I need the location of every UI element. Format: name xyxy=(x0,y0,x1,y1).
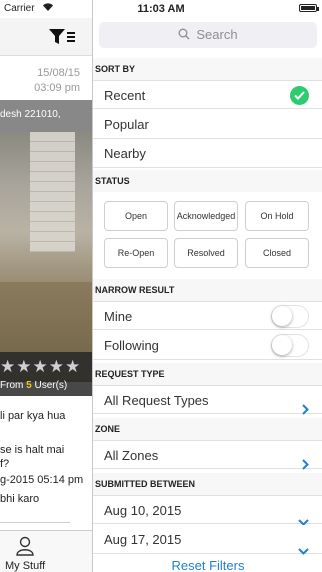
search-input[interactable]: Search xyxy=(99,22,317,48)
following-toggle[interactable] xyxy=(271,334,309,357)
search-placeholder: Search xyxy=(196,27,238,42)
narrow-following-label: Following xyxy=(104,338,159,353)
post-photo[interactable] xyxy=(0,132,92,382)
rating-from-text: From 5 User(s) xyxy=(0,380,67,391)
section-submitted-between: SUBMITTED BETWEEN xyxy=(93,473,322,495)
tab-my-stuff[interactable]: My Stuff xyxy=(5,560,45,572)
date-to-value: Aug 17, 2015 xyxy=(104,532,182,547)
section-sort-by: SORT BY xyxy=(93,58,322,80)
rating-bar: ★★★★★ From 5 User(s) xyxy=(0,352,92,396)
sort-option-label: Recent xyxy=(104,88,146,103)
post-date: 15/08/15 xyxy=(37,67,80,79)
section-request-type: REQUEST TYPE xyxy=(93,363,322,385)
background-feed-screen: 15/08/15 03:09 pm desh 221010, ★★★★★ Fro… xyxy=(0,0,92,572)
sort-option-popular[interactable]: Popular xyxy=(93,110,322,139)
clock: 11:03 AM xyxy=(137,3,185,15)
filter-panel: Search SORT BY Recent Popular Nearby STA… xyxy=(92,0,322,572)
person-icon[interactable] xyxy=(15,536,35,561)
status-on-hold-button[interactable]: On Hold xyxy=(245,201,309,231)
divider xyxy=(0,522,70,523)
status-reopen-button[interactable]: Re-Open xyxy=(104,238,168,268)
narrow-mine-row: Mine xyxy=(93,301,322,330)
section-narrow-result: NARROW RESULT xyxy=(93,279,322,301)
status-resolved-button[interactable]: Resolved xyxy=(174,238,238,268)
rating-count: 5 xyxy=(26,380,32,391)
filter-icon[interactable] xyxy=(48,28,76,51)
status-bar: Carrier 11:03 AM xyxy=(0,0,322,18)
date-from-selector[interactable]: Aug 10, 2015 xyxy=(93,495,322,526)
section-zone: ZONE xyxy=(93,418,322,440)
post-time: 03:09 pm xyxy=(34,82,80,94)
status-open-button[interactable]: Open xyxy=(104,201,168,231)
comment-line: bhi karo xyxy=(0,493,40,505)
zone-value: All Zones xyxy=(104,448,159,463)
section-status: STATUS xyxy=(93,170,322,192)
narrow-mine-label: Mine xyxy=(104,309,133,324)
rating-from-prefix: From xyxy=(0,380,24,391)
rating-suffix: User(s) xyxy=(34,380,68,391)
request-type-selector[interactable]: All Request Types xyxy=(93,385,322,415)
status-closed-button[interactable]: Closed xyxy=(245,238,309,268)
narrow-following-row: Following xyxy=(93,331,322,360)
comment-line: g-2015 05:14 pm xyxy=(0,474,84,486)
comment-line: f? xyxy=(0,458,10,470)
post-address: desh 221010, xyxy=(0,100,92,132)
tab-bar: My Stuff xyxy=(0,530,92,572)
battery-icon xyxy=(299,4,319,12)
date-to-selector[interactable]: Aug 17, 2015 xyxy=(93,525,322,555)
date-from-value: Aug 10, 2015 xyxy=(104,503,182,518)
comment-line: se is halt mai xyxy=(0,444,65,456)
feed-header xyxy=(0,18,92,56)
request-type-value: All Request Types xyxy=(104,393,209,408)
comment-line: li par kya hua xyxy=(0,410,66,422)
search-icon xyxy=(178,23,190,49)
checkmark-icon xyxy=(290,86,309,105)
status-button-grid: Open Acknowledged On Hold Re-Open Resolv… xyxy=(93,192,322,276)
post-datetime: 15/08/15 03:09 pm xyxy=(34,66,80,96)
sort-option-label: Nearby xyxy=(104,146,146,161)
wall-photo-detail xyxy=(30,132,75,252)
mine-toggle[interactable] xyxy=(271,305,309,328)
sort-option-nearby[interactable]: Nearby xyxy=(93,139,322,168)
reset-filters-button[interactable]: Reset Filters xyxy=(93,558,322,572)
sort-option-recent[interactable]: Recent xyxy=(93,80,322,109)
star-rating-icons: ★★★★★ xyxy=(0,357,82,376)
sort-option-label: Popular xyxy=(104,117,149,132)
status-acknowledged-button[interactable]: Acknowledged xyxy=(174,201,238,231)
zone-selector[interactable]: All Zones xyxy=(93,440,322,470)
